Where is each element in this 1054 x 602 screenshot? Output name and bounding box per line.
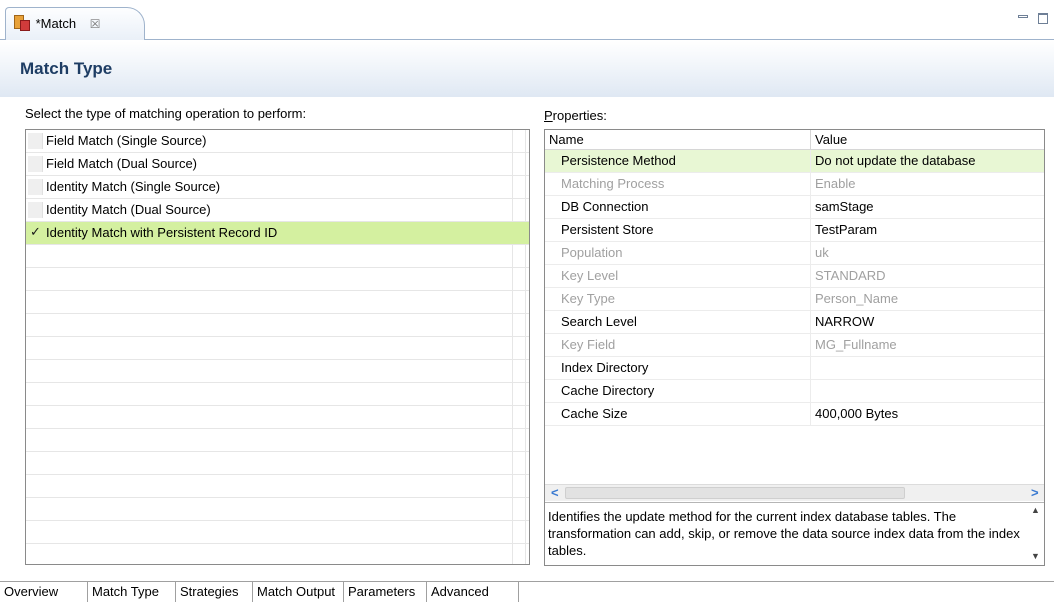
property-value[interactable]: MG_Fullname xyxy=(815,337,897,352)
empty-row xyxy=(26,291,529,314)
property-row-index-directory[interactable]: Index Directory xyxy=(545,357,1044,380)
checkbox[interactable] xyxy=(28,156,43,172)
empty-row xyxy=(26,314,529,337)
properties-caption: Properties: xyxy=(544,108,607,123)
scroll-left-icon[interactable]: < xyxy=(551,485,559,500)
property-description-panel: Identifies the update method for the cur… xyxy=(545,502,1044,565)
property-name: Population xyxy=(561,245,623,260)
property-name: Persistence Method xyxy=(561,153,676,168)
scroll-down-icon[interactable]: ▼ xyxy=(1031,551,1040,561)
page-title: Match Type xyxy=(20,59,113,78)
page-header: Match Type xyxy=(0,41,1054,97)
checkbox[interactable] xyxy=(28,202,43,218)
empty-row xyxy=(26,521,529,544)
properties-table: Name Value Persistence Method Do not upd… xyxy=(544,129,1045,566)
property-name: Key Field xyxy=(561,337,616,352)
tab-match-type[interactable]: Match Type xyxy=(88,582,176,602)
property-row-cache-directory[interactable]: Cache Directory xyxy=(545,380,1044,403)
property-row-db-connection[interactable]: DB Connection samStage xyxy=(545,196,1044,219)
checkbox[interactable] xyxy=(28,179,43,195)
tab-advanced[interactable]: Advanced xyxy=(427,582,519,602)
column-header-value[interactable]: Value xyxy=(815,132,847,147)
list-item-identity-match-dual[interactable]: Identity Match (Dual Source) xyxy=(26,199,529,222)
list-item-label: Identity Match (Single Source) xyxy=(46,179,221,194)
property-value[interactable]: Person_Name xyxy=(815,291,898,306)
list-item-field-match-single[interactable]: Field Match (Single Source) xyxy=(26,130,529,153)
property-row-search-level[interactable]: Search Level NARROW xyxy=(545,311,1044,334)
empty-row xyxy=(26,245,529,268)
property-row-population[interactable]: Population uk xyxy=(545,242,1044,265)
match-transformation-icon xyxy=(14,15,30,31)
list-item-identity-match-single[interactable]: Identity Match (Single Source) xyxy=(26,176,529,199)
property-row-persistent-store[interactable]: Persistent Store TestParam xyxy=(545,219,1044,242)
empty-row xyxy=(26,360,529,383)
empty-row xyxy=(26,268,529,291)
checkbox[interactable] xyxy=(28,133,43,149)
property-name: Cache Directory xyxy=(561,383,655,398)
minimize-icon[interactable] xyxy=(1018,15,1028,18)
property-value[interactable]: samStage xyxy=(815,199,874,214)
property-value[interactable]: NARROW xyxy=(815,314,874,329)
match-type-caption: Select the type of matching operation to… xyxy=(25,106,307,121)
property-value[interactable]: STANDARD xyxy=(815,268,886,283)
property-name: Index Directory xyxy=(561,360,649,375)
property-value[interactable]: TestParam xyxy=(815,222,877,237)
list-item-label: Identity Match (Dual Source) xyxy=(46,202,211,217)
list-item-field-match-dual[interactable]: Field Match (Dual Source) xyxy=(26,153,529,176)
property-row-key-type[interactable]: Key Type Person_Name xyxy=(545,288,1044,311)
match-type-list: Field Match (Single Source) Field Match … xyxy=(25,129,530,565)
empty-row xyxy=(26,498,529,521)
empty-row xyxy=(26,452,529,475)
property-name: Key Type xyxy=(561,291,615,306)
column-header-name[interactable]: Name xyxy=(549,132,584,147)
checkmark-icon[interactable]: ✓ xyxy=(30,224,45,240)
property-row-cache-size[interactable]: Cache Size 400,000 Bytes xyxy=(545,403,1044,426)
scroll-up-icon[interactable]: ▲ xyxy=(1031,505,1040,515)
list-item-label: Field Match (Dual Source) xyxy=(46,156,197,171)
property-name: Cache Size xyxy=(561,406,628,421)
editor-tab-strip: *Match ☒ xyxy=(0,0,1054,40)
properties-caption-mnemonic: P xyxy=(544,108,553,123)
scrollbar-thumb[interactable] xyxy=(565,487,905,499)
property-name: Key Level xyxy=(561,268,619,283)
empty-row xyxy=(26,475,529,498)
property-description: Identifies the update method for the cur… xyxy=(548,509,1020,558)
tab-parameters[interactable]: Parameters xyxy=(344,582,427,602)
horizontal-scrollbar[interactable]: < > xyxy=(545,484,1044,501)
list-item-label: Field Match (Single Source) xyxy=(46,133,207,148)
property-value[interactable]: Do not update the database xyxy=(815,153,975,168)
tab-match-output[interactable]: Match Output xyxy=(253,582,344,602)
tab-strategies[interactable]: Strategies xyxy=(176,582,253,602)
property-value[interactable]: 400,000 Bytes xyxy=(815,406,898,421)
property-row-key-field[interactable]: Key Field MG_Fullname xyxy=(545,334,1044,357)
empty-row xyxy=(26,337,529,360)
property-row-persistence-method[interactable]: Persistence Method Do not update the dat… xyxy=(545,150,1044,173)
close-tab-icon[interactable]: ☒ xyxy=(90,17,101,31)
empty-row xyxy=(26,429,529,452)
property-name: Matching Process xyxy=(561,176,665,191)
scroll-right-icon[interactable]: > xyxy=(1031,485,1039,500)
editor-tab-match[interactable]: *Match ☒ xyxy=(5,7,145,40)
vertical-scrollbar[interactable]: ▲ ▼ xyxy=(1027,503,1044,565)
properties-caption-text: roperties: xyxy=(552,108,607,123)
list-item-identity-match-persistent[interactable]: ✓ Identity Match with Persistent Record … xyxy=(26,222,529,245)
empty-row xyxy=(26,383,529,406)
empty-row xyxy=(26,544,529,564)
empty-row xyxy=(26,406,529,429)
maximize-icon[interactable] xyxy=(1038,13,1048,24)
page-tab-bar: Overview Match Type Strategies Match Out… xyxy=(0,581,1054,602)
properties-header-row: Name Value xyxy=(545,130,1044,150)
tab-overview[interactable]: Overview xyxy=(0,582,88,602)
property-name: DB Connection xyxy=(561,199,649,214)
property-name: Persistent Store xyxy=(561,222,654,237)
property-value[interactable]: Enable xyxy=(815,176,855,191)
property-value[interactable]: uk xyxy=(815,245,829,260)
property-row-matching-process[interactable]: Matching Process Enable xyxy=(545,173,1044,196)
editor-tab-title: *Match xyxy=(35,16,77,31)
property-row-key-level[interactable]: Key Level STANDARD xyxy=(545,265,1044,288)
list-item-label: Identity Match with Persistent Record ID xyxy=(46,225,278,240)
property-name: Search Level xyxy=(561,314,637,329)
